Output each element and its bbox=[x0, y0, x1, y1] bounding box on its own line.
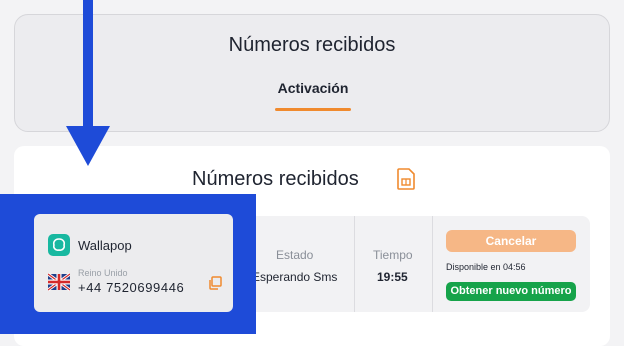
section-title: Números recibidos bbox=[192, 168, 359, 190]
time-column-label: Tiempo bbox=[373, 248, 413, 262]
tab-active-indicator bbox=[275, 108, 351, 111]
column-divider bbox=[432, 216, 433, 312]
number-info-cell bbox=[34, 214, 233, 312]
copy-icon[interactable] bbox=[208, 276, 222, 290]
down-arrow-annotation bbox=[66, 0, 110, 166]
time-value: 19:55 bbox=[377, 270, 408, 284]
sim-card-icon[interactable] bbox=[397, 168, 415, 190]
column-divider bbox=[354, 216, 355, 312]
get-new-number-button[interactable]: Obtener nuevo número bbox=[446, 282, 576, 301]
phone-number[interactable]: +44 7520699446 bbox=[78, 280, 184, 295]
cancel-button[interactable]: Cancelar bbox=[446, 230, 576, 252]
status-column-label: Estado bbox=[276, 248, 314, 262]
status-value: Esperando Sms bbox=[252, 270, 338, 284]
wallapop-logo-icon bbox=[48, 234, 70, 256]
uk-flag-icon bbox=[48, 272, 70, 292]
tab-activation[interactable]: Activación bbox=[270, 80, 356, 96]
service-name: Wallapop bbox=[78, 238, 132, 253]
availability-text: Disponible en 04:56 bbox=[446, 262, 526, 272]
country-label: Reino Unido bbox=[78, 268, 128, 278]
